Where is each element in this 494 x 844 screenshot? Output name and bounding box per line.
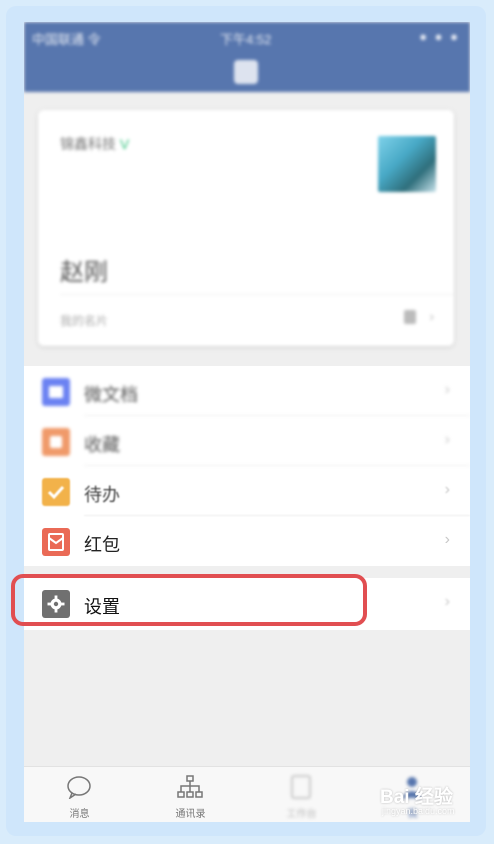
organization-label: 锦鑫科技: [60, 136, 116, 152]
contacts-icon: [177, 775, 203, 798]
watermark-logo: Bai 经验: [380, 787, 453, 808]
clock-label: 下午4:52: [220, 32, 272, 47]
menu-item-label: 待办: [84, 485, 120, 505]
menu-item-label: 微文档: [84, 385, 138, 405]
tab-contacts[interactable]: 通讯录: [135, 767, 246, 822]
workbench-icon: [291, 775, 311, 799]
chevron-right-icon: ›: [444, 593, 450, 610]
profile-card[interactable]: 锦鑫科技 V 赵刚 我的名片 ›: [38, 110, 454, 346]
menu-item-todo[interactable]: 待办 ›: [24, 466, 470, 516]
menu-item-docs[interactable]: 微文档 ›: [24, 366, 470, 416]
menu-list: 微文档 › 收藏 › 待办 › 红包 ›: [24, 366, 470, 566]
menu-item-redpacket[interactable]: 红包 ›: [24, 516, 470, 566]
organization-name: 锦鑫科技 V: [60, 134, 129, 154]
menu-item-label: 收藏: [84, 435, 120, 455]
tab-label: 工作台: [286, 809, 317, 820]
card-footer-label[interactable]: 我的名片: [60, 312, 108, 329]
chevron-right-icon: ›: [444, 431, 450, 448]
watermark-url: jingyan.baidu.com: [382, 806, 455, 816]
tab-label: 消息: [69, 809, 90, 820]
chevron-right-icon: ›: [444, 531, 450, 548]
tab-label: 通讯录: [175, 809, 206, 820]
tab-messages[interactable]: 消息: [24, 767, 135, 822]
profile-avatar-image[interactable]: [378, 136, 436, 192]
user-name: 赵刚: [60, 259, 108, 286]
chat-icon: [67, 776, 91, 799]
chevron-right-icon: ›: [429, 308, 434, 324]
status-bar: 中国联通 令 下午4:52 ● ● ●: [24, 26, 470, 48]
verified-badge-icon: V: [119, 136, 130, 152]
battery-indicator: ● ● ●: [419, 29, 460, 44]
highlight-annotation-box: [11, 574, 367, 626]
chevron-right-icon: ›: [444, 481, 450, 498]
tab-workbench[interactable]: 工作台: [246, 767, 357, 822]
qr-code-icon[interactable]: [404, 310, 416, 324]
menu-item-favorites[interactable]: 收藏 ›: [24, 416, 470, 466]
top-navigation-bar: 中国联通 令 下午4:52 ● ● ●: [24, 22, 470, 92]
chevron-right-icon: ›: [444, 381, 450, 398]
menu-item-label: 红包: [84, 535, 120, 555]
phone-screen: 中国联通 令 下午4:52 ● ● ● 锦鑫科技 V 赵刚 我的名片 › 微文档…: [24, 22, 470, 822]
card-divider: [60, 294, 454, 295]
doc-icon: [42, 378, 70, 406]
baidu-jingyan-watermark: Bai 经验 jingyan.baidu.com: [366, 780, 476, 826]
star-icon: [42, 428, 70, 456]
redpacket-icon: [42, 528, 70, 556]
app-logo-icon: [234, 60, 258, 84]
carrier-label: 中国联通 令: [32, 32, 101, 47]
check-icon: [42, 478, 70, 506]
